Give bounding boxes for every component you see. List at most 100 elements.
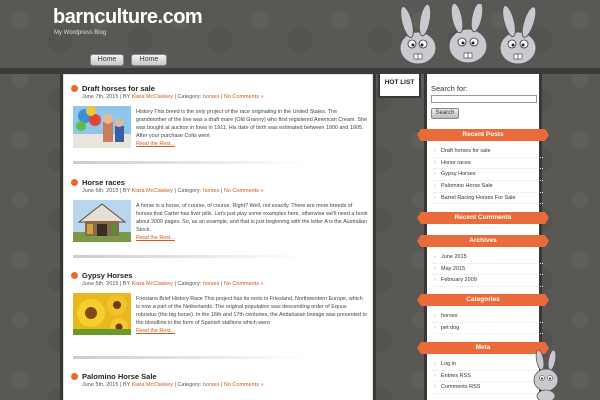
recent-post-link[interactable]: Draft horses for sale (433, 146, 543, 158)
post-excerpt: History This breed is the only project o… (136, 108, 368, 148)
bunny-mascot-image (533, 350, 559, 400)
main-content: Draft horses for sale June 7th, 2015 | B… (60, 74, 376, 400)
post-meta: June 5th, 2015 | BY Kiara McClaskey | Ca… (82, 382, 264, 388)
archive-link[interactable]: June 2015 (433, 252, 543, 264)
post-separator: | (119, 281, 122, 287)
post-by: BY (122, 281, 131, 287)
post-separator: | (220, 94, 223, 100)
post-category-link[interactable]: horses (203, 281, 220, 287)
post-comments-link[interactable]: No Comments » (224, 281, 264, 287)
site-description: My Wordpress Blog (54, 30, 107, 36)
read-more-link[interactable]: Read the Rest... (136, 234, 368, 242)
meta-heading: Meta (417, 342, 549, 354)
post-excerpt-text: History This breed is the only project o… (136, 109, 367, 139)
post-title[interactable]: Horse races (82, 178, 125, 187)
recent-post-link[interactable]: Gypsy Horses (433, 169, 543, 182)
post-separator: | (220, 281, 223, 287)
recent-post-link[interactable]: Palomino Horse Sale (433, 181, 543, 193)
post-separator: | (174, 281, 176, 287)
post-title-row: Draft horses for sale (71, 84, 155, 93)
search-label: Search for: (431, 84, 468, 93)
post-separator: | (119, 94, 122, 100)
recent-posts-heading: Recent Posts (417, 129, 549, 141)
orange-bullet-icon (71, 373, 78, 380)
post-divider (73, 255, 309, 258)
post-meta: June 6th, 2015 | BY Kiara McClaskey | Ca… (82, 188, 264, 194)
nav-home-button[interactable]: Home (90, 54, 124, 66)
post-thumbnail-balloons[interactable] (73, 106, 131, 148)
post-category-label: Category: (177, 382, 202, 388)
read-more-link[interactable]: Read the Rest... (136, 327, 368, 335)
archive-link[interactable]: May 2015 (433, 264, 543, 276)
category-link[interactable]: pet dog (433, 323, 543, 335)
meta-link[interactable]: Comments RSS (433, 382, 543, 395)
site-header: barnculture.com My Wordpress Blog Home H… (0, 0, 600, 70)
post-date: June 5th, 2015 (82, 281, 119, 287)
meta-link[interactable]: Entries RSS (433, 371, 543, 383)
read-more-link[interactable]: Read the Rest... (136, 140, 368, 148)
post-excerpt-text: Friesians Brief History Race This projec… (136, 296, 368, 326)
post-item: Draft horses for sale June 7th, 2015 | B… (71, 84, 371, 164)
nav-home-button-2[interactable]: Home (131, 54, 167, 66)
post-by: BY (122, 382, 131, 388)
post-comments-link[interactable]: No Comments » (224, 188, 264, 194)
site-title[interactable]: barnculture.com (53, 6, 203, 29)
post-excerpt: Friesians Brief History Race This projec… (136, 295, 368, 335)
post-divider (73, 161, 309, 164)
archives-heading: Archives (417, 235, 549, 247)
recent-comments-heading: Recent Comments (417, 212, 549, 224)
hot-list-tab[interactable]: HOT LIST (378, 74, 421, 98)
post-title[interactable]: Palomino Horse Sale (82, 372, 157, 381)
post-item: Palomino Horse Sale June 5th, 2015 | BY … (71, 372, 371, 400)
post-separator: | (174, 94, 176, 100)
post-separator: | (174, 382, 176, 388)
post-comments-link[interactable]: No Comments » (224, 94, 264, 100)
recent-post-link[interactable]: Barrel Racing Horses For Sale (433, 193, 543, 205)
post-title[interactable]: Draft horses for sale (82, 84, 155, 93)
search-button[interactable]: Search (431, 108, 459, 119)
recent-post-link[interactable]: Horse races (433, 158, 543, 170)
main-nav: Home Home (90, 54, 167, 66)
post-separator: | (119, 188, 122, 194)
post-separator: | (174, 188, 176, 194)
orange-bullet-icon (71, 85, 78, 92)
post-category-label: Category: (177, 188, 202, 194)
post-title-row: Gypsy Horses (71, 271, 132, 280)
post-excerpt-text: A horse is a horse, of course, of course… (136, 203, 368, 233)
post-author-link[interactable]: Kiara McClaskey (132, 94, 173, 100)
post-category-link[interactable]: horses (203, 188, 220, 194)
post-category-link[interactable]: horses (203, 382, 220, 388)
meta-link[interactable]: Log in (433, 359, 543, 371)
post-author-link[interactable]: Kiara McClaskey (132, 382, 173, 388)
post-excerpt: A horse is a horse, of course, of course… (136, 202, 368, 242)
post-date: June 6th, 2015 (82, 188, 119, 194)
post-by: BY (122, 188, 131, 194)
post-item: Gypsy Horses June 5th, 2015 | BY Kiara M… (71, 271, 371, 359)
post-title-row: Horse races (71, 178, 125, 187)
post-meta: June 5th, 2015 | BY Kiara McClaskey | Ca… (82, 281, 264, 287)
archives-list: June 2015 May 2015 February 2009 (433, 252, 543, 288)
post-separator: | (119, 382, 122, 388)
post-date: June 5th, 2015 (82, 382, 119, 388)
post-separator: | (220, 382, 223, 388)
post-author-link[interactable]: Kiara McClaskey (132, 281, 173, 287)
post-category-link[interactable]: horses (203, 94, 220, 100)
post-category-label: Category: (177, 94, 202, 100)
sidebar: Search for: Search Recent Posts Draft ho… (417, 74, 549, 400)
search-input[interactable] (431, 95, 537, 103)
post-date: June 7th, 2015 (82, 94, 119, 100)
post-thumbnail-sunflowers[interactable] (73, 293, 131, 335)
post-meta: June 7th, 2015 | BY Kiara McClaskey | Ca… (82, 94, 264, 100)
orange-bullet-icon (71, 272, 78, 279)
post-comments-link[interactable]: No Comments » (224, 382, 264, 388)
post-title[interactable]: Gypsy Horses (82, 271, 132, 280)
category-link[interactable]: horses (433, 311, 543, 323)
archive-link[interactable]: February 2009 (433, 275, 543, 288)
post-separator: | (220, 188, 223, 194)
recent-posts-list: Draft horses for sale Horse races Gypsy … (433, 146, 543, 205)
meta-list: Log in Entries RSS Comments RSS (433, 359, 543, 395)
post-thumbnail-barn[interactable] (73, 200, 131, 242)
categories-list: horses pet dog (433, 311, 543, 335)
post-author-link[interactable]: Kiara McClaskey (132, 188, 173, 194)
post-divider (73, 356, 309, 359)
